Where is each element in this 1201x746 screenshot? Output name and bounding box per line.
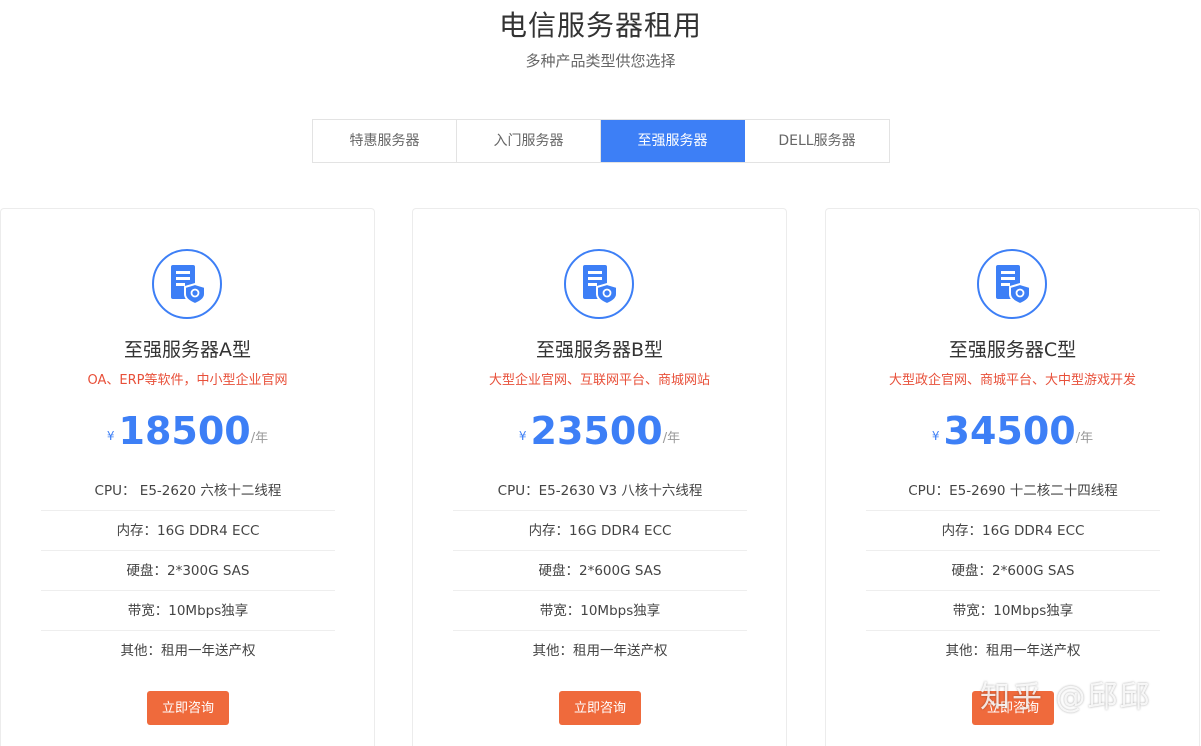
price-unit: /年 [1075,431,1094,446]
currency-symbol: ¥ [931,429,940,443]
product-tabs: 特惠服务器 入门服务器 至强服务器 DELL服务器 [312,119,890,163]
price: ¥18500/年 [1,409,374,453]
card-description: 大型政企官网、商城平台、大中型游戏开发 [888,373,1136,388]
tab-entry-servers[interactable]: 入门服务器 [457,120,601,162]
spec-other: 其他：租用一年送产权 [945,643,1081,659]
spec-cpu: CPU： E5-2620 六核十二线程 [41,471,335,511]
spec-bandwidth: 带宽：10Mbps独享 [453,591,747,631]
spec-bandwidth: 带宽：10Mbps独享 [41,591,335,631]
price-unit: /年 [250,431,269,446]
server-shield-icon [977,249,1047,319]
tab-special-servers[interactable]: 特惠服务器 [313,120,457,162]
spec-list: CPU：E5-2630 V3 八核十六线程 内存：16G DDR4 ECC 硬盘… [453,471,747,671]
spec-memory: 内存：16G DDR4 ECC [453,511,747,551]
product-card-b: 至强服务器B型 大型企业官网、互联网平台、商城网站 ¥23500/年 CPU：E… [412,208,787,746]
spec-list: CPU：E5-2690 十二核二十四线程 内存：16G DDR4 ECC 硬盘：… [866,471,1160,671]
card-description: OA、ERP等软件，中小型企业官网 [87,373,288,388]
spec-bandwidth: 带宽：10Mbps独享 [866,591,1160,631]
watermark: 知乎 @邱邱 [980,680,1152,715]
spec-other: 其他：租用一年送产权 [120,643,256,659]
product-cards: 至强服务器A型 OA、ERP等软件，中小型企业官网 ¥18500/年 CPU： … [0,208,1201,746]
product-card-a: 至强服务器A型 OA、ERP等软件，中小型企业官网 ¥18500/年 CPU： … [0,208,375,746]
price: ¥34500/年 [826,409,1199,453]
currency-symbol: ¥ [518,429,527,443]
price-unit: /年 [662,431,681,446]
page-title: 电信服务器租用 [498,9,702,42]
spec-memory: 内存：16G DDR4 ECC [41,511,335,551]
card-title: 至强服务器A型 [124,339,251,361]
consult-button[interactable]: 立即咨询 [147,691,229,725]
spec-list: CPU： E5-2620 六核十二线程 内存：16G DDR4 ECC 硬盘：2… [41,471,335,671]
consult-button[interactable]: 立即咨询 [559,691,641,725]
card-title: 至强服务器C型 [948,339,1077,361]
spec-disk: 硬盘：2*300G SAS [41,551,335,591]
spec-cpu: CPU：E5-2690 十二核二十四线程 [866,471,1160,511]
page: 电信服务器租用 多种产品类型供您选择 特惠服务器 入门服务器 至强服务器 DEL… [0,0,1201,746]
spec-memory: 内存：16G DDR4 ECC [866,511,1160,551]
tab-xeon-servers[interactable]: 至强服务器 [601,120,745,162]
spec-disk: 硬盘：2*600G SAS [453,551,747,591]
server-shield-icon [564,249,634,319]
tab-dell-servers[interactable]: DELL服务器 [745,120,889,162]
price-amount: 34500 [943,409,1076,453]
spec-cpu: CPU：E5-2630 V3 八核十六线程 [453,471,747,511]
currency-symbol: ¥ [106,429,115,443]
product-card-c: 至强服务器C型 大型政企官网、商城平台、大中型游戏开发 ¥34500/年 CPU… [825,208,1200,746]
card-title: 至强服务器B型 [535,339,664,361]
spec-other: 其他：租用一年送产权 [532,643,668,659]
price: ¥23500/年 [413,409,786,453]
price-amount: 23500 [530,409,663,453]
page-subtitle: 多种产品类型供您选择 [525,52,676,70]
server-shield-icon [152,249,222,319]
card-description: 大型企业官网、互联网平台、商城网站 [488,373,710,388]
price-amount: 18500 [118,409,251,453]
spec-disk: 硬盘：2*600G SAS [866,551,1160,591]
